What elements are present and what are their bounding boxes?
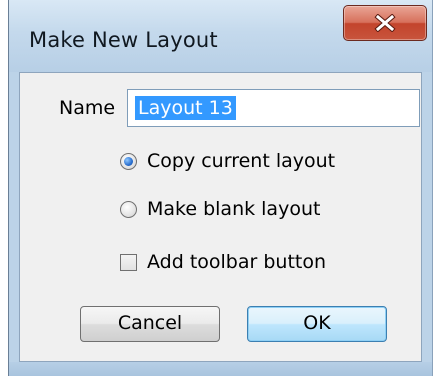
dialog-title: Make New Layout [29,28,218,52]
name-label: Name [59,97,116,119]
title-bar[interactable]: Make New Layout [9,0,432,72]
add-toolbar-button-label: Add toolbar button [147,251,327,273]
ok-button[interactable]: OK [247,306,387,342]
make-blank-layout-radio[interactable] [120,200,137,218]
close-x-icon [374,14,396,32]
cancel-button[interactable]: Cancel [80,306,220,342]
copy-current-layout-label: Copy current layout [147,150,336,172]
copy-current-layout-option[interactable]: Copy current layout [120,150,335,172]
name-input[interactable]: Layout 13 [127,89,420,127]
close-button[interactable] [343,5,427,41]
make-blank-layout-label: Make blank layout [147,198,321,220]
make-blank-layout-option[interactable]: Make blank layout [120,198,320,220]
add-toolbar-button-checkbox[interactable] [120,253,137,271]
copy-current-layout-radio[interactable] [120,152,137,170]
dialog-window: Make New Layout Name Layout 13 Copy curr… [8,0,433,376]
name-input-value: Layout 13 [135,96,236,120]
dialog-body: Name Layout 13 Copy current layout Make … [19,72,422,362]
add-toolbar-button-option[interactable]: Add toolbar button [120,251,326,273]
window-bottom-border [9,362,432,376]
